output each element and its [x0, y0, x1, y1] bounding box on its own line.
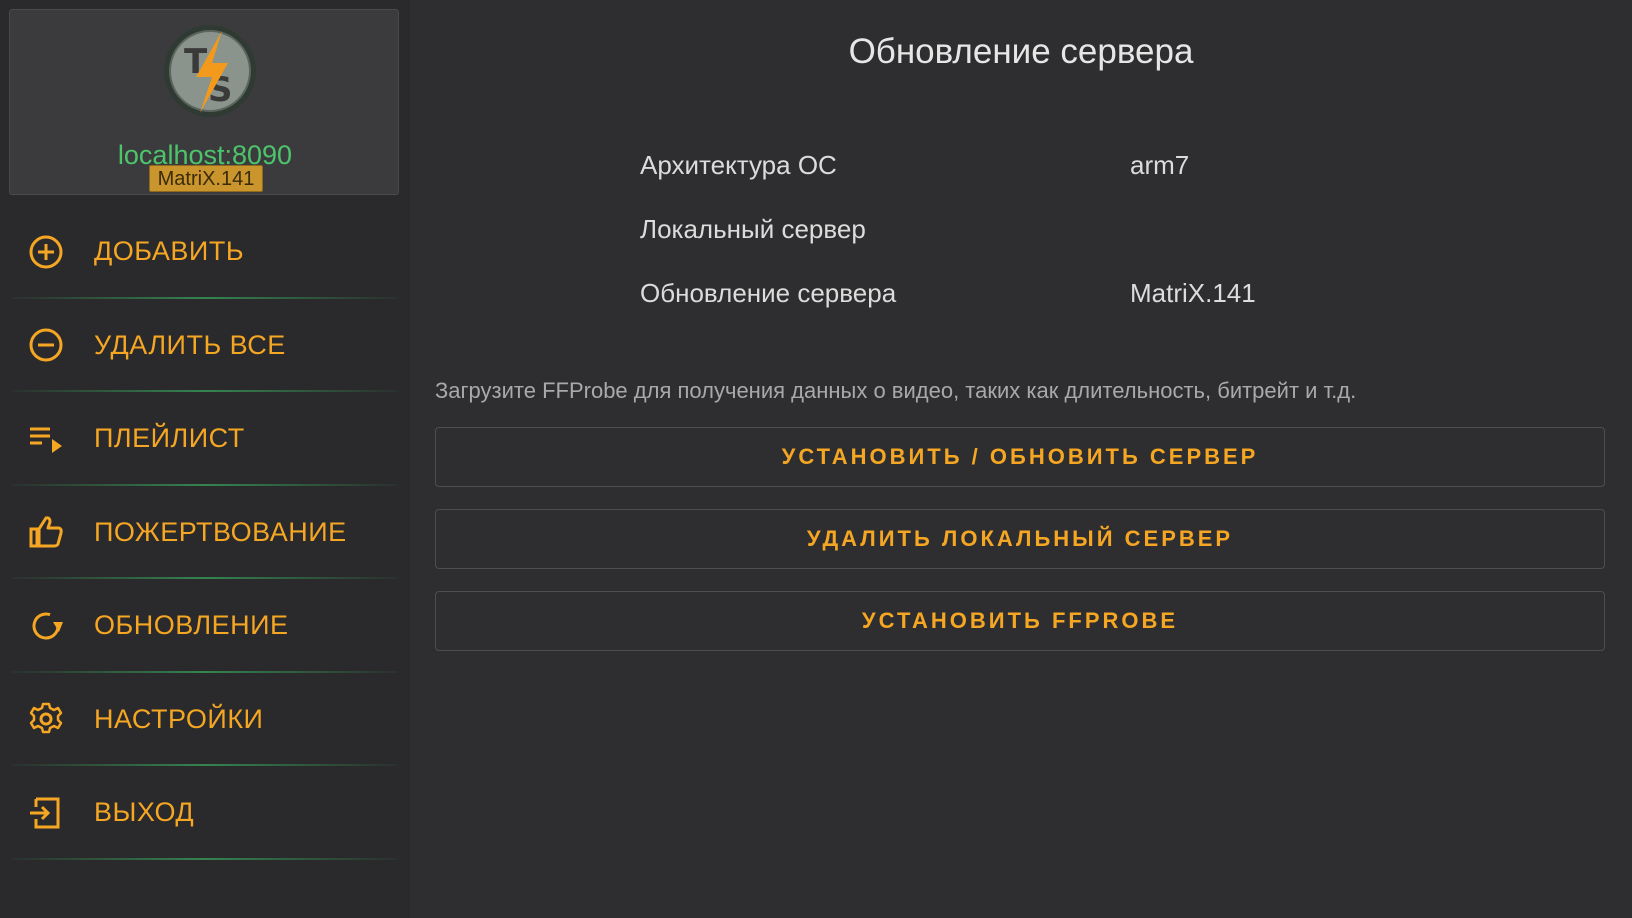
sidebar-item-label: ВЫХОД — [94, 797, 195, 828]
install-ffprobe-button[interactable]: УСТАНОВИТЬ FFPROBE — [435, 591, 1605, 651]
main-panel: Обновление сервера Архитектура ОС arm7 Л… — [410, 0, 1632, 918]
sidebar: T S localhost:8090 MatriX.141 ДОБАВИТЬ У… — [0, 0, 410, 918]
thumb-up-icon — [28, 514, 64, 550]
sidebar-item-playlist[interactable]: ПЛЕЙЛИСТ — [0, 392, 410, 486]
playlist-play-icon — [28, 421, 64, 457]
info-value: arm7 — [1130, 150, 1190, 180]
sidebar-item-label: УДАЛИТЬ ВСЕ — [94, 329, 286, 360]
info-value: MatriX.141 — [1130, 278, 1256, 308]
sidebar-item-update[interactable]: ОБНОВЛЕНИЕ — [0, 579, 410, 673]
install-update-server-button[interactable]: УСТАНОВИТЬ / ОБНОВИТЬ СЕРВЕР — [435, 427, 1605, 487]
sidebar-item-label: ПЛЕЙЛИСТ — [94, 423, 245, 454]
server-version-badge: MatriX.141 — [149, 165, 263, 192]
sidebar-item-label: ПОЖЕРТВОВАНИЕ — [94, 516, 347, 547]
refresh-icon — [28, 608, 64, 644]
gear-icon — [28, 701, 64, 737]
page-title: Обновление сервера — [848, 32, 1194, 71]
sidebar-item-label: НАСТРОЙКИ — [94, 703, 264, 734]
sidebar-item-label: ОБНОВЛЕНИЕ — [94, 610, 289, 641]
sidebar-item-donate[interactable]: ПОЖЕРТВОВАНИЕ — [0, 486, 410, 580]
sidebar-item-settings[interactable]: НАСТРОЙКИ — [0, 673, 410, 767]
ts-lightning-logo-icon: T S — [162, 23, 258, 119]
plus-circle-icon — [28, 234, 64, 270]
sidebar-item-add[interactable]: ДОБАВИТЬ — [0, 205, 410, 299]
info-label: Локальный сервер — [640, 214, 866, 244]
server-profile-card[interactable]: T S localhost:8090 MatriX.141 — [9, 9, 399, 195]
sidebar-menu: ДОБАВИТЬ УДАЛИТЬ ВСЕ ПЛЕЙЛИСТ ПОЖЕРТВОВА… — [0, 205, 410, 860]
info-label: Архитектура ОС — [640, 150, 837, 180]
sidebar-item-label: ДОБАВИТЬ — [94, 236, 245, 267]
sidebar-item-remove-all[interactable]: УДАЛИТЬ ВСЕ — [0, 299, 410, 393]
exit-icon — [28, 795, 64, 831]
minus-circle-icon — [28, 327, 64, 363]
info-label: Обновление сервера — [640, 278, 897, 308]
ffprobe-hint: Загрузите FFProbe для получения данных о… — [435, 378, 1357, 403]
sidebar-item-exit[interactable]: ВЫХОД — [0, 766, 410, 860]
remove-local-server-button[interactable]: УДАЛИТЬ ЛОКАЛЬНЫЙ СЕРВЕР — [435, 509, 1605, 569]
